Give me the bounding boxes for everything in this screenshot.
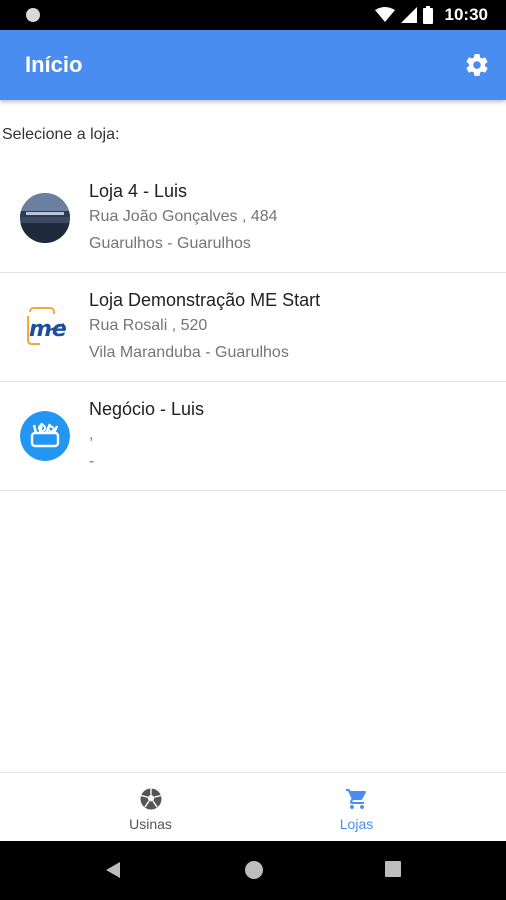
gear-icon: [466, 54, 488, 76]
app-bar: Início: [0, 30, 506, 100]
store-address: ,: [89, 426, 94, 443]
status-time: 10:30: [444, 5, 488, 24]
recents-icon[interactable]: [384, 860, 402, 878]
page-title: Início: [25, 52, 83, 77]
store-name: Loja Demonstração ME Start: [89, 290, 321, 310]
store-name: Loja 4 - Luis: [89, 181, 188, 201]
bottom-navigation: Usinas Lojas: [0, 772, 506, 841]
me-start-logo: me: [20, 302, 70, 352]
store-name: Negócio - Luis: [89, 399, 205, 419]
wifi-icon: [374, 7, 395, 22]
battery-icon: [422, 6, 433, 24]
cart-icon: [345, 789, 366, 809]
system-navigation-bar: [0, 841, 506, 900]
select-store-label: Selecione a loja:: [2, 126, 120, 143]
store-list: Loja 4 - Luis Rua João Gonçalves , 484 G…: [0, 164, 506, 491]
store-photo-avatar: [20, 193, 70, 243]
nav-label-lojas: Lojas: [339, 816, 374, 832]
store-item[interactable]: Loja 4 - Luis Rua João Gonçalves , 484 G…: [0, 164, 506, 273]
store-city: Guarulhos - Guarulhos: [89, 235, 251, 252]
signal-icon: [400, 7, 417, 23]
settings-button[interactable]: [464, 52, 490, 78]
store-city: -: [89, 453, 95, 470]
soccer-ball-icon: [140, 788, 161, 810]
store-address: Rua João Gonçalves , 484: [89, 208, 278, 225]
notification-dot-icon: [26, 8, 40, 22]
home-icon[interactable]: [244, 860, 264, 880]
status-icons: 10:30: [374, 0, 488, 30]
back-icon[interactable]: [104, 860, 124, 880]
store-item[interactable]: Negócio - Luis , -: [0, 382, 506, 491]
nav-tab-lojas[interactable]: Lojas: [230, 773, 483, 842]
laundry-icon: [20, 411, 70, 461]
status-bar: 10:30: [0, 0, 506, 30]
store-item[interactable]: me Loja Demonstração ME Start Rua Rosali…: [0, 273, 506, 382]
store-address: Rua Rosali , 520: [89, 317, 208, 334]
svg-text:me: me: [29, 317, 67, 342]
store-city: Vila Maranduba - Guarulhos: [89, 344, 289, 361]
